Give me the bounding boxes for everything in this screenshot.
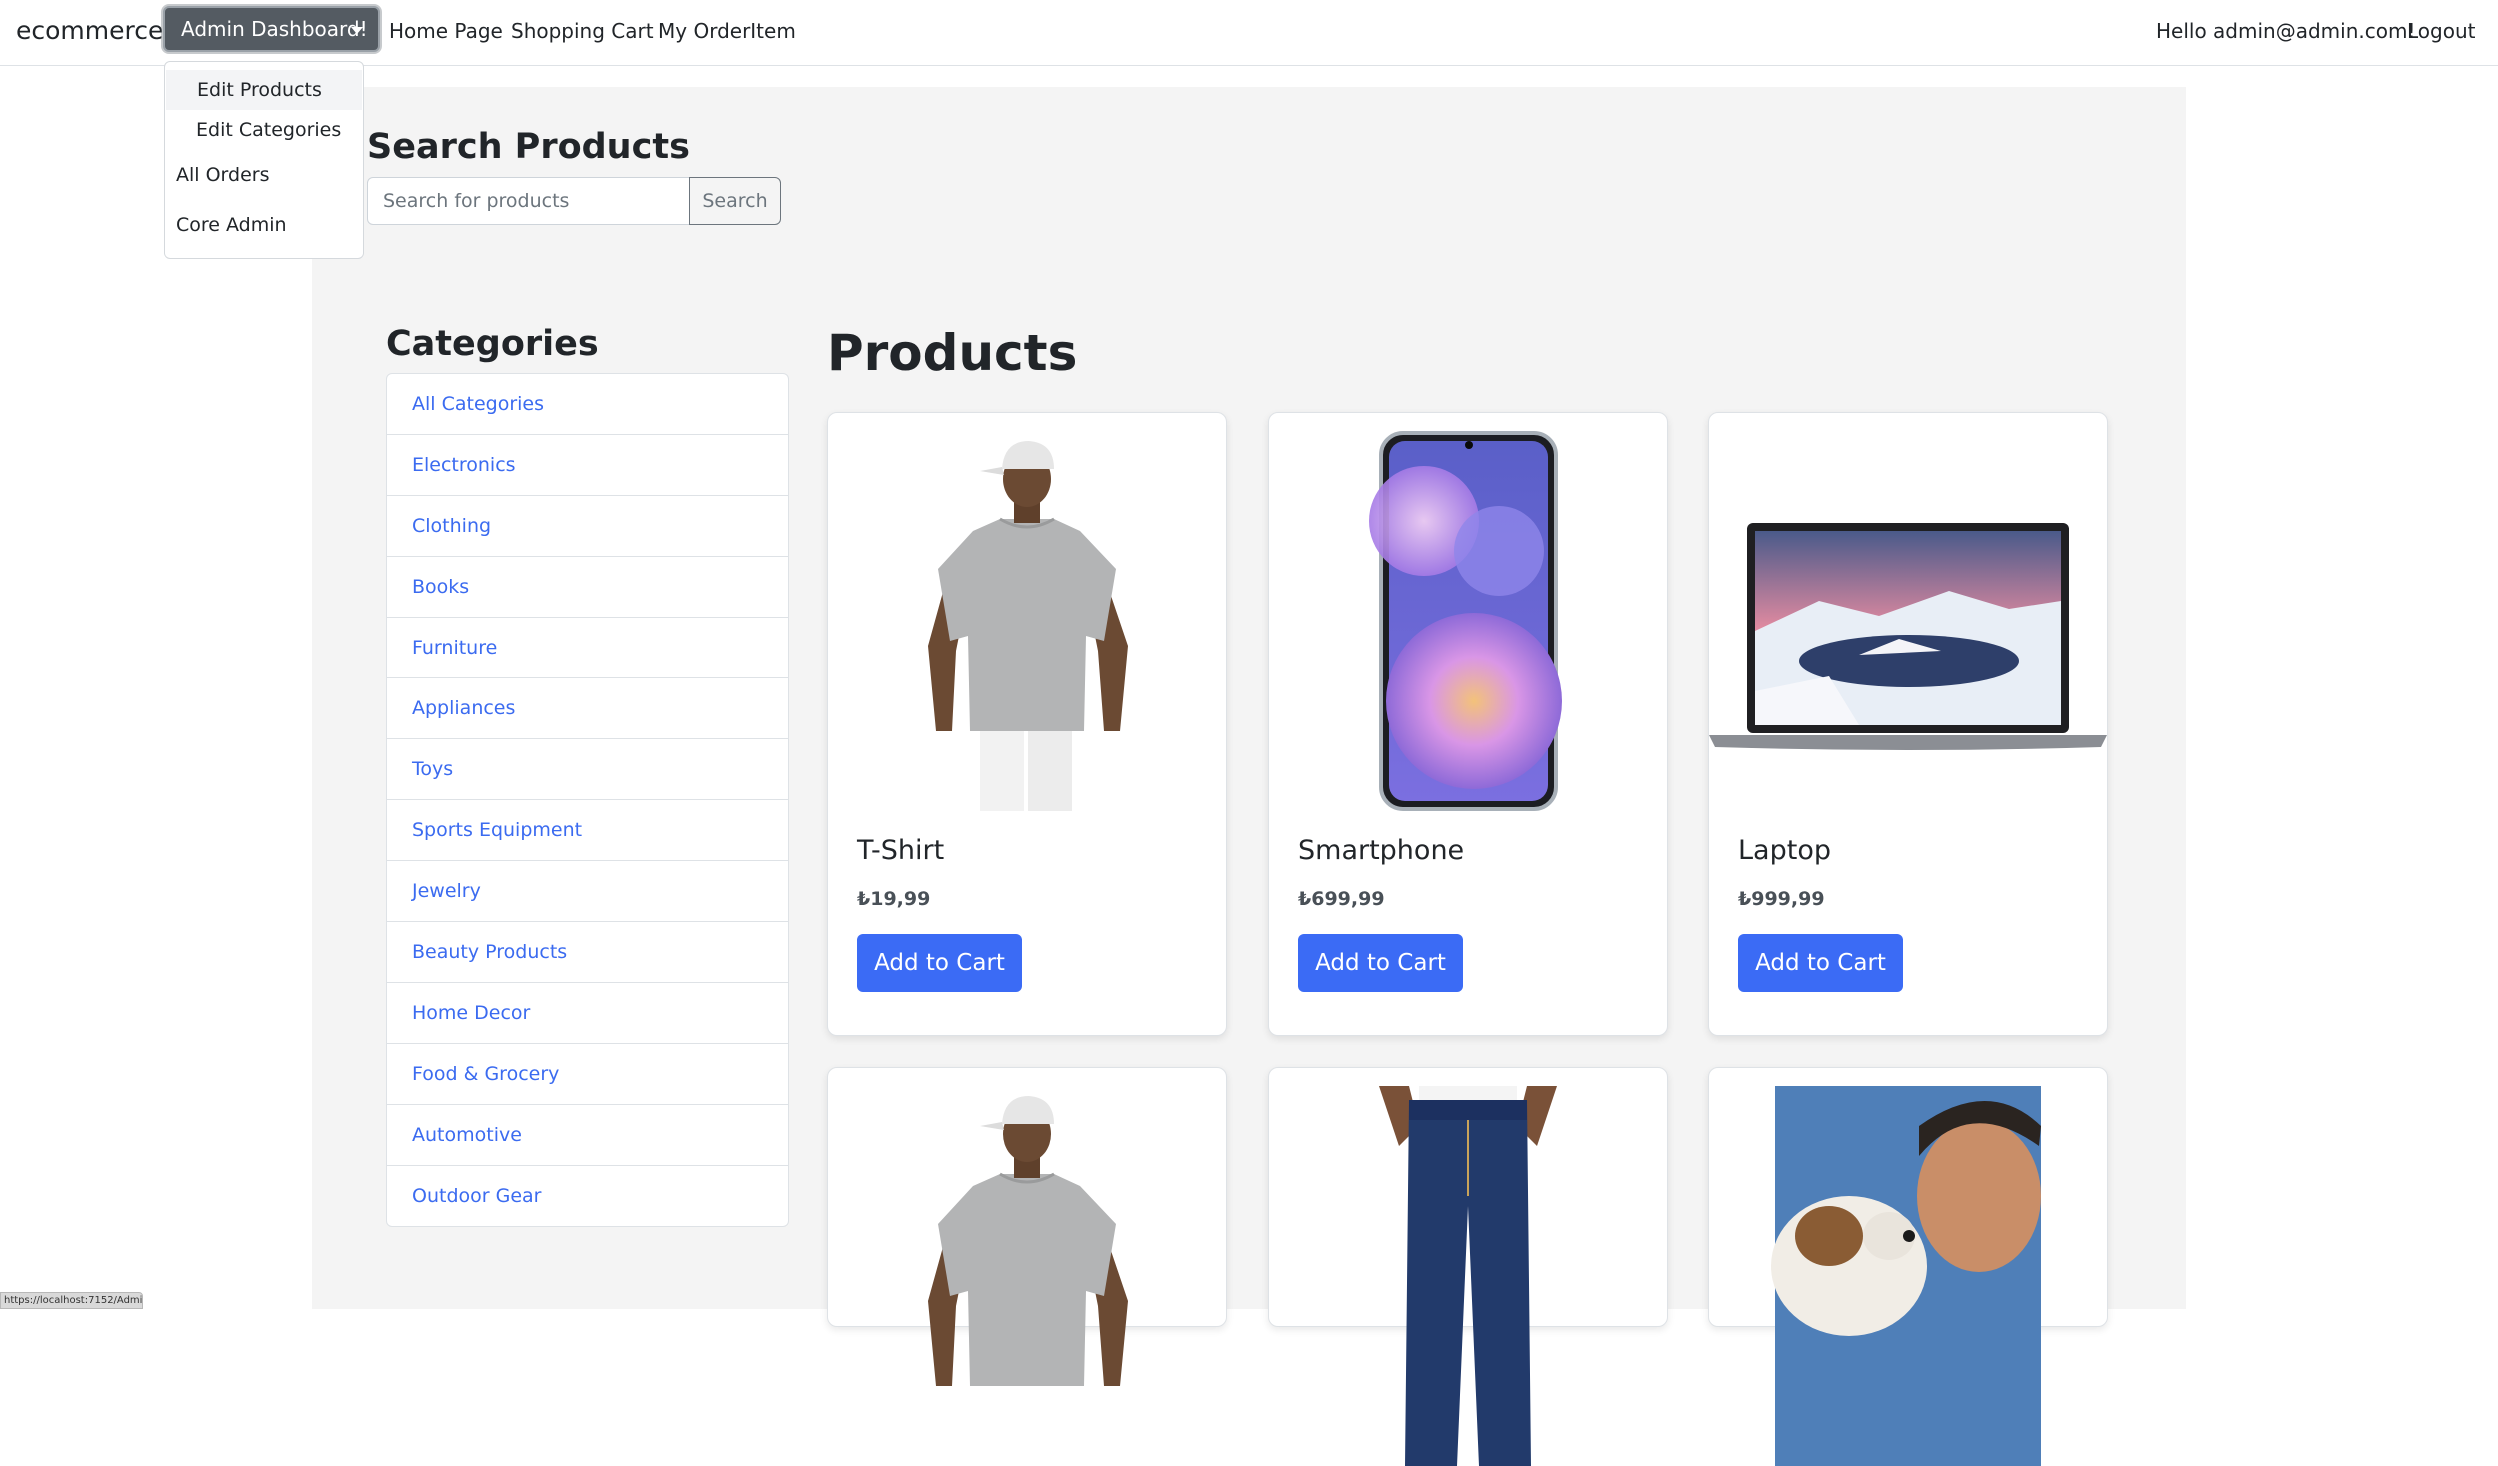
product-name: T-Shirt — [857, 835, 945, 866]
user-greeting: Hello admin@admin.com! — [2156, 19, 2416, 43]
search-input[interactable] — [367, 177, 690, 225]
product-image-tshirt[interactable] — [828, 1086, 1226, 1466]
dropdown-item-core-admin[interactable]: Core Admin — [176, 210, 287, 240]
category-item-sports-equipment[interactable]: Sports Equipment — [387, 800, 788, 862]
product-image-man-with-dog[interactable] — [1709, 1086, 2107, 1466]
product-price: ₺19,99 — [857, 888, 931, 910]
category-item-toys[interactable]: Toys — [387, 739, 788, 801]
nav-home-page[interactable]: Home Page — [389, 14, 503, 48]
product-card — [1268, 1067, 1668, 1466]
category-item-jewelry[interactable]: Jewelry — [387, 861, 788, 923]
brand-logo[interactable]: ecommerce — [16, 14, 163, 48]
add-to-cart-button[interactable]: Add to Cart — [1738, 934, 1903, 992]
product-price: ₺699,99 — [1298, 888, 1385, 910]
category-item-all[interactable]: All Categories — [387, 374, 788, 435]
admin-dashboard-dropdown-button[interactable]: Admin Dashboard! — [163, 6, 380, 52]
nav-shopping-cart[interactable]: Shopping Cart — [511, 14, 654, 48]
dropdown-item-edit-products[interactable]: Edit Products — [166, 70, 362, 110]
categories-list: All Categories Electronics Clothing Book… — [386, 373, 789, 1228]
top-navbar: ecommerce Admin Dashboard! Home Page Sho… — [0, 0, 2498, 66]
product-image-jeans[interactable] — [1269, 1086, 1667, 1466]
dropdown-item-edit-categories[interactable]: Edit Categories — [196, 115, 341, 145]
categories-heading: Categories — [386, 324, 599, 364]
nav-my-orderitem[interactable]: My OrderItem — [658, 14, 796, 48]
product-card — [1708, 1067, 2108, 1466]
dropdown-item-all-orders[interactable]: All Orders — [176, 160, 270, 190]
product-name: Smartphone — [1298, 835, 1465, 866]
product-image-smartphone[interactable] — [1269, 431, 1667, 811]
product-card: Smartphone ₺699,99 Add to Cart — [1268, 412, 1668, 1036]
product-card — [827, 1067, 1227, 1386]
product-name: Laptop — [1738, 835, 1831, 866]
search-button[interactable]: Search — [689, 177, 781, 225]
add-to-cart-button[interactable]: Add to Cart — [857, 934, 1022, 992]
category-item-outdoor-gear[interactable]: Outdoor Gear — [387, 1166, 788, 1227]
category-item-furniture[interactable]: Furniture — [387, 618, 788, 679]
logout-link[interactable]: Logout — [2407, 14, 2475, 48]
search-products-heading: Search Products — [367, 127, 690, 167]
category-item-automotive[interactable]: Automotive — [387, 1105, 788, 1166]
category-item-appliances[interactable]: Appliances — [387, 678, 788, 740]
product-card: T-Shirt ₺19,99 Add to Cart — [827, 412, 1227, 1036]
caret-down-icon — [351, 27, 363, 34]
category-item-electronics[interactable]: Electronics — [387, 435, 788, 496]
admin-dashboard-label: Admin Dashboard! — [181, 17, 368, 41]
add-to-cart-button[interactable]: Add to Cart — [1298, 934, 1463, 992]
category-item-clothing[interactable]: Clothing — [387, 496, 788, 557]
product-image-laptop[interactable] — [1709, 431, 2107, 811]
category-item-food-grocery[interactable]: Food & Grocery — [387, 1044, 788, 1105]
category-item-books[interactable]: Books — [387, 557, 788, 618]
product-image-tshirt[interactable] — [828, 431, 1226, 811]
category-item-home-decor[interactable]: Home Decor — [387, 983, 788, 1044]
product-card: Laptop ₺999,99 Add to Cart — [1708, 412, 2108, 1036]
status-bar-url: https://localhost:7152/Admin — [0, 1292, 143, 1309]
admin-dropdown-menu: Edit Products Edit Categories All Orders… — [164, 61, 364, 259]
products-heading: Products — [827, 324, 1078, 382]
product-price: ₺999,99 — [1738, 888, 1825, 910]
category-item-beauty-products[interactable]: Beauty Products — [387, 922, 788, 983]
